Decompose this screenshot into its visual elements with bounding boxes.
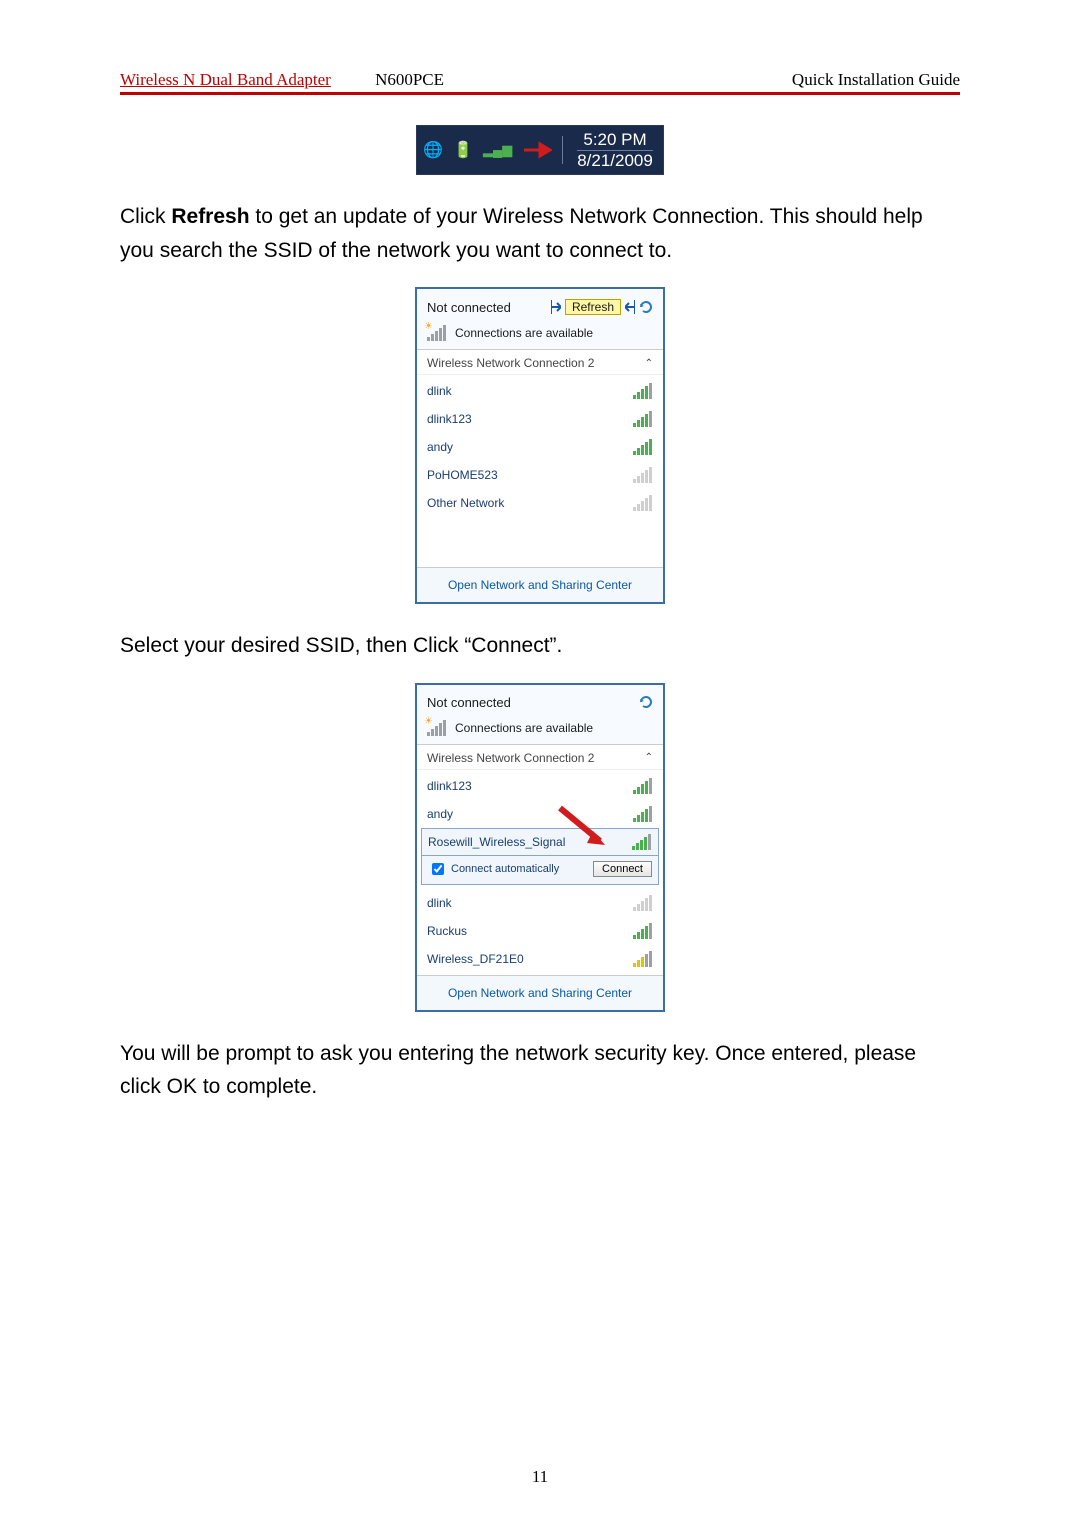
- header-rule: [120, 92, 960, 95]
- network-list: dlink123 andy Rosewill_Wireless_Signal C…: [417, 770, 663, 975]
- ssid: dlink123: [427, 412, 472, 426]
- bold-refresh: Refresh: [171, 205, 249, 228]
- network-list: dlink dlink123 andy PoHOME523 Other Netw…: [417, 375, 663, 519]
- auto-connect-checkbox[interactable]: Connect automatically: [428, 860, 559, 878]
- signal-icon: [633, 411, 653, 427]
- tray-clock: 5:20 PM 8/21/2009: [573, 130, 653, 170]
- ssid: Ruckus: [427, 924, 467, 938]
- sync-icon[interactable]: [639, 300, 653, 314]
- signal-icon: [633, 923, 653, 939]
- signal-icon: [633, 467, 653, 483]
- blue-arrow-icon: [551, 300, 561, 314]
- signal-icon: [633, 806, 653, 822]
- checkbox[interactable]: [432, 863, 444, 875]
- signal-icon: [632, 834, 652, 850]
- blue-arrow-icon: [625, 300, 635, 314]
- status-text: Not connected: [427, 300, 511, 315]
- ssid: Rosewill_Wireless_Signal: [428, 835, 565, 849]
- signal-icon: [633, 951, 653, 967]
- network-item[interactable]: Ruckus: [417, 917, 663, 945]
- signal-icon: [633, 778, 653, 794]
- network-item[interactable]: dlink: [417, 889, 663, 917]
- network-item[interactable]: dlink123: [417, 772, 663, 800]
- instruction-connect: Select your desired SSID, then Click “Co…: [120, 629, 960, 663]
- connect-panel: Connect automatically Connect: [421, 856, 659, 885]
- network-item[interactable]: Other Network: [417, 489, 663, 517]
- red-arrow-icon: [522, 140, 552, 160]
- page-number: 11: [0, 1467, 1080, 1487]
- battery-icon: 🔋: [453, 140, 473, 160]
- network-item[interactable]: Wireless_DF21E0: [417, 945, 663, 973]
- network-flyout-2: Not connected Connections are available …: [415, 683, 665, 1012]
- header-left: Wireless N Dual Band Adapter N600PCE: [120, 70, 444, 90]
- connect-button[interactable]: Connect: [593, 861, 652, 877]
- network-item[interactable]: andy: [417, 433, 663, 461]
- signal-icon: [633, 895, 653, 911]
- tray-divider: [562, 136, 563, 164]
- ssid: dlink123: [427, 779, 472, 793]
- refresh-button[interactable]: Refresh: [565, 299, 621, 315]
- signal-icon: [633, 439, 653, 455]
- section-title: Wireless Network Connection 2: [427, 751, 594, 765]
- signal-available-icon: [427, 720, 447, 736]
- open-network-center-link[interactable]: Open Network and Sharing Center: [417, 975, 663, 1010]
- signal-available-icon: [427, 325, 447, 341]
- network-item[interactable]: dlink123: [417, 405, 663, 433]
- sync-icon[interactable]: [639, 695, 653, 709]
- ssid: andy: [427, 440, 453, 454]
- section-title: Wireless Network Connection 2: [427, 356, 594, 370]
- product-name: Wireless N Dual Band Adapter: [120, 70, 331, 89]
- auto-connect-label: Connect automatically: [451, 863, 559, 875]
- chevron-up-icon[interactable]: ⌃: [645, 358, 653, 369]
- model-name: N600PCE: [375, 70, 444, 89]
- doc-title: Quick Installation Guide: [792, 70, 960, 90]
- network-item[interactable]: andy: [417, 800, 663, 828]
- ssid: dlink: [427, 896, 452, 910]
- system-tray: 🌐 🔋 ▂▄▆ 5:20 PM 8/21/2009: [416, 125, 664, 175]
- network-item[interactable]: PoHOME523: [417, 461, 663, 489]
- instruction-refresh: Click Refresh to get an update of your W…: [120, 200, 960, 267]
- instruction-security-key: You will be prompt to ask you entering t…: [120, 1037, 960, 1104]
- status-text: Not connected: [427, 695, 511, 710]
- signal-icon: [633, 383, 653, 399]
- network-item[interactable]: dlink: [417, 377, 663, 405]
- text: Click: [120, 205, 171, 228]
- ssid: Other Network: [427, 496, 504, 510]
- chevron-up-icon[interactable]: ⌃: [645, 752, 653, 763]
- signal-icon: ▂▄▆: [483, 142, 512, 158]
- network-flyout-1: Not connected Refresh Connections are av…: [415, 287, 665, 604]
- ssid: dlink: [427, 384, 452, 398]
- network-item-selected[interactable]: Rosewill_Wireless_Signal: [421, 828, 659, 856]
- ssid: andy: [427, 807, 453, 821]
- page-header: Wireless N Dual Band Adapter N600PCE Qui…: [120, 70, 960, 90]
- connections-available: Connections are available: [455, 721, 593, 735]
- tray-date: 8/21/2009: [577, 150, 653, 171]
- open-network-center-link[interactable]: Open Network and Sharing Center: [417, 567, 663, 602]
- tray-time: 5:20 PM: [577, 130, 653, 150]
- ssid: Wireless_DF21E0: [427, 952, 524, 966]
- signal-icon: [633, 495, 653, 511]
- globe-icon: 🌐: [423, 140, 443, 160]
- ssid: PoHOME523: [427, 468, 498, 482]
- connections-available: Connections are available: [455, 326, 593, 340]
